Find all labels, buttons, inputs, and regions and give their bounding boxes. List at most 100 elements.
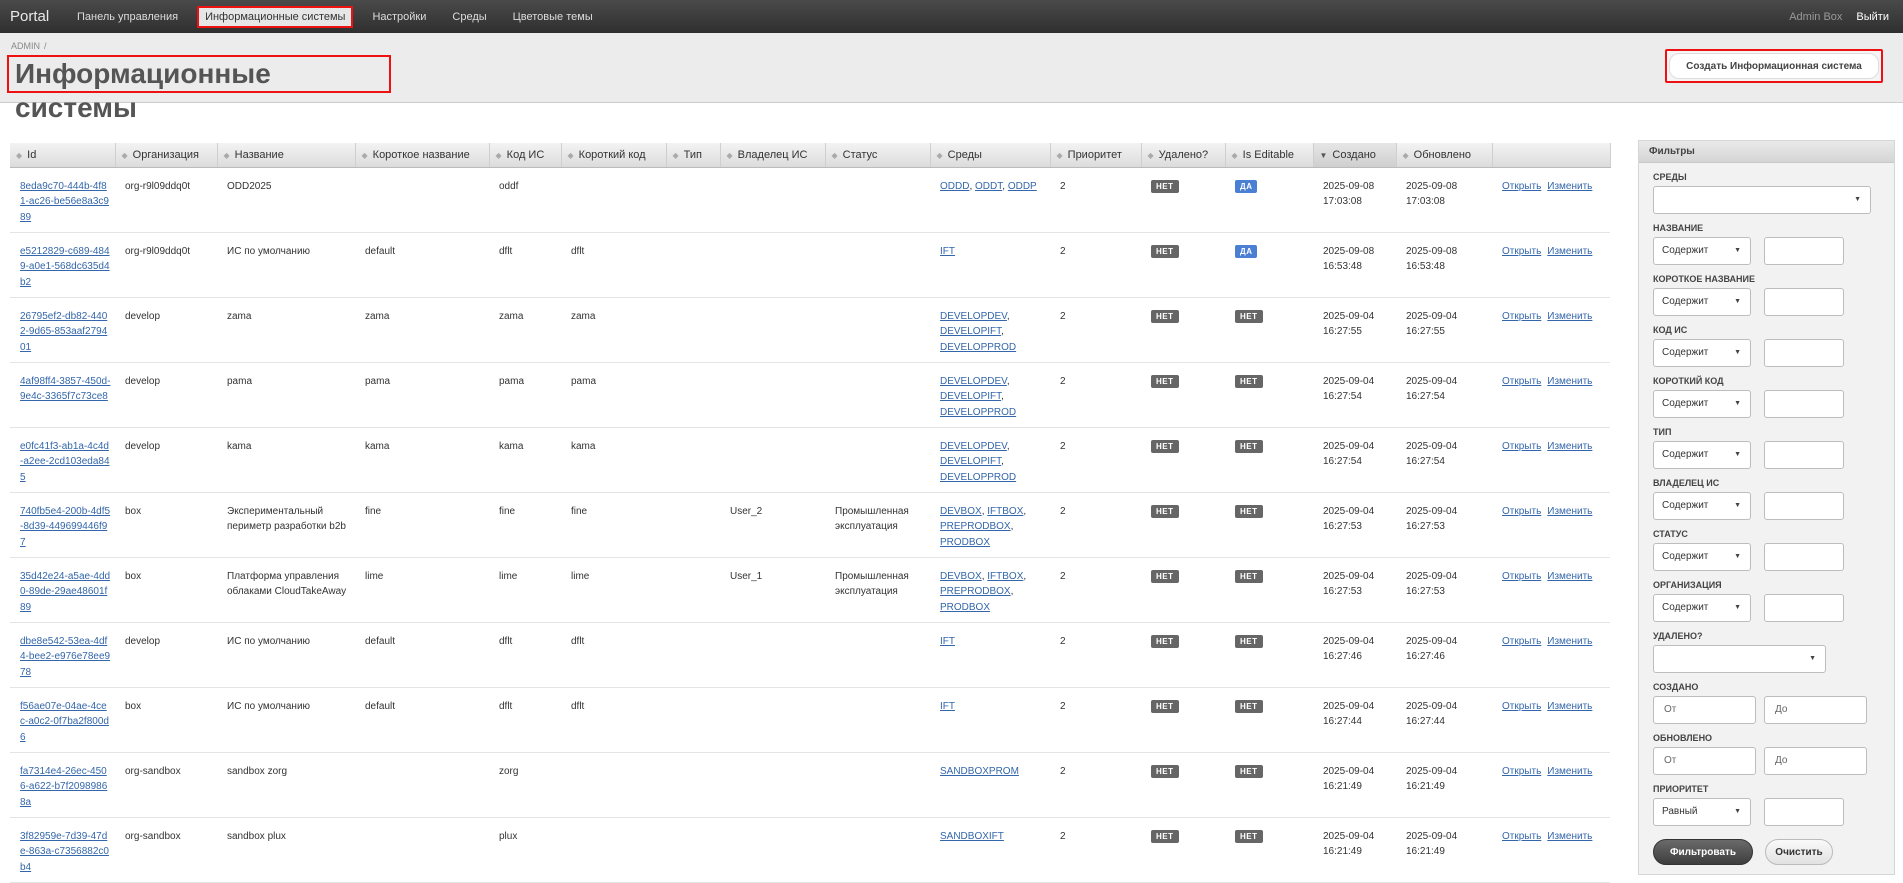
env-link[interactable]: ODDD: [940, 181, 969, 192]
env-link[interactable]: IFTBOX: [987, 506, 1023, 517]
env-link[interactable]: PREPRODBOX: [940, 586, 1011, 597]
env-link[interactable]: DEVELOPDEV: [940, 311, 1007, 322]
code-operator-select[interactable]: Содержит ▼: [1653, 339, 1751, 367]
env-link[interactable]: DEVBOX: [940, 506, 982, 517]
column-header-deleted[interactable]: ◆ Удалено?: [1141, 143, 1226, 168]
name-filter-input[interactable]: [1764, 237, 1844, 265]
priority-operator-select[interactable]: Равный ▼: [1653, 798, 1751, 826]
edit-link[interactable]: Изменить: [1547, 376, 1592, 387]
created-from-input[interactable]: От: [1653, 696, 1756, 724]
env-link[interactable]: DEVBOX: [940, 571, 982, 582]
org-filter-input[interactable]: [1764, 594, 1844, 622]
open-link[interactable]: Открыть: [1502, 831, 1541, 842]
edit-link[interactable]: Изменить: [1547, 181, 1592, 192]
row-id-link[interactable]: dbe8e542-53ea-4df4-bee2-e976e78ee978: [20, 636, 110, 678]
open-link[interactable]: Открыть: [1502, 246, 1541, 257]
short-name-filter-input[interactable]: [1764, 288, 1844, 316]
env-link[interactable]: DEVELOPDEV: [940, 441, 1007, 452]
row-id-link[interactable]: fa7314e4-26ec-4506-a622-b7f20989868a: [20, 766, 107, 808]
logout-link[interactable]: Выйти: [1856, 11, 1889, 23]
short-code-filter-input[interactable]: [1764, 390, 1844, 418]
env-link[interactable]: IFT: [940, 701, 955, 712]
column-header-type[interactable]: ◆ Тип: [666, 143, 721, 168]
edit-link[interactable]: Изменить: [1547, 831, 1592, 842]
nav-information-systems[interactable]: Информационные системы: [197, 5, 354, 28]
env-link[interactable]: DEVELOPIFT: [940, 326, 1001, 337]
row-id-link[interactable]: 3f82959e-7d39-47de-863a-c7356882c0b4: [20, 831, 109, 873]
brand-logo[interactable]: Portal: [0, 8, 70, 25]
env-link[interactable]: DEVELOPPROD: [940, 342, 1016, 353]
column-header-priority[interactable]: ◆ Приоритет: [1050, 143, 1142, 168]
column-header-owner[interactable]: ◆ Владелец ИС: [720, 143, 826, 168]
open-link[interactable]: Открыть: [1502, 311, 1541, 322]
edit-link[interactable]: Изменить: [1547, 701, 1592, 712]
open-link[interactable]: Открыть: [1502, 766, 1541, 777]
edit-link[interactable]: Изменить: [1547, 311, 1592, 322]
env-link[interactable]: DEVELOPPROD: [940, 407, 1016, 418]
priority-filter-input[interactable]: [1764, 798, 1844, 826]
nav-dashboard[interactable]: Панель управления: [70, 7, 185, 27]
name-operator-select[interactable]: Содержит ▼: [1653, 237, 1751, 265]
code-filter-input[interactable]: [1764, 339, 1844, 367]
row-id-link[interactable]: e5212829-c689-4849-a0e1-568dc635d4b2: [20, 246, 110, 288]
column-header-short-name[interactable]: ◆ Короткое название: [355, 143, 490, 168]
open-link[interactable]: Открыть: [1502, 571, 1541, 582]
column-header-code[interactable]: ◆ Код ИС: [489, 143, 562, 168]
row-id-link[interactable]: 35d42e24-a5ae-4dd0-89de-29ae48601f89: [20, 571, 110, 613]
type-filter-input[interactable]: [1764, 441, 1844, 469]
updated-to-input[interactable]: До: [1764, 747, 1867, 775]
edit-link[interactable]: Изменить: [1547, 246, 1592, 257]
create-information-system-button[interactable]: Создать Информационная система: [1665, 49, 1883, 83]
updated-from-input[interactable]: От: [1653, 747, 1756, 775]
edit-link[interactable]: Изменить: [1547, 571, 1592, 582]
env-link[interactable]: SANDBOXIFT: [940, 831, 1004, 842]
column-header-name[interactable]: ◆ Название: [217, 143, 356, 168]
type-operator-select[interactable]: Содержит ▼: [1653, 441, 1751, 469]
clear-button[interactable]: Очистить: [1765, 839, 1833, 865]
short-name-operator-select[interactable]: Содержит ▼: [1653, 288, 1751, 316]
status-filter-input[interactable]: [1764, 543, 1844, 571]
nav-environments[interactable]: Среды: [445, 7, 493, 27]
edit-link[interactable]: Изменить: [1547, 506, 1592, 517]
owner-filter-input[interactable]: [1764, 492, 1844, 520]
created-to-input[interactable]: До: [1764, 696, 1867, 724]
org-operator-select[interactable]: Содержит ▼: [1653, 594, 1751, 622]
column-header-updated[interactable]: ◆ Обновлено: [1396, 143, 1493, 168]
column-header-id[interactable]: ◆ Id: [10, 143, 116, 168]
open-link[interactable]: Открыть: [1502, 441, 1541, 452]
env-link[interactable]: IFT: [940, 246, 955, 257]
env-link[interactable]: PRODBOX: [940, 602, 990, 613]
env-link[interactable]: DEVELOPIFT: [940, 456, 1001, 467]
row-id-link[interactable]: e0fc41f3-ab1a-4c4d-a2ee-2cd103eda845: [20, 441, 110, 483]
column-header-envs[interactable]: ◆ Среды: [930, 143, 1051, 168]
row-id-link[interactable]: 4af98ff4-3857-450d-9e4c-3365f7c73ce8: [20, 376, 110, 403]
open-link[interactable]: Открыть: [1502, 506, 1541, 517]
deleted-select[interactable]: ▼: [1653, 645, 1826, 673]
env-link[interactable]: PRODBOX: [940, 537, 990, 548]
env-link[interactable]: DEVELOPDEV: [940, 376, 1007, 387]
row-id-link[interactable]: 26795ef2-db82-4402-9d65-853aaf279401: [20, 311, 107, 353]
edit-link[interactable]: Изменить: [1547, 636, 1592, 647]
edit-link[interactable]: Изменить: [1547, 441, 1592, 452]
column-header-short-code[interactable]: ◆ Короткий код: [561, 143, 667, 168]
env-link[interactable]: DEVELOPPROD: [940, 472, 1016, 483]
envs-select[interactable]: ▼: [1653, 186, 1871, 214]
row-id-link[interactable]: 8eda9c70-444b-4f81-ac26-be56e8a3c989: [20, 181, 109, 223]
column-header-org[interactable]: ◆ Организация: [115, 143, 218, 168]
env-link[interactable]: ODDT: [975, 181, 1002, 192]
filter-button[interactable]: Фильтровать: [1653, 839, 1753, 865]
open-link[interactable]: Открыть: [1502, 701, 1541, 712]
open-link[interactable]: Открыть: [1502, 181, 1541, 192]
open-link[interactable]: Открыть: [1502, 376, 1541, 387]
column-header-status[interactable]: ◆ Статус: [825, 143, 931, 168]
row-id-link[interactable]: f56ae07e-04ae-4cec-a0c2-0f7ba2f800d6: [20, 701, 109, 743]
current-user[interactable]: Admin Box: [1789, 11, 1842, 23]
edit-link[interactable]: Изменить: [1547, 766, 1592, 777]
env-link[interactable]: PREPRODBOX: [940, 521, 1011, 532]
env-link[interactable]: IFT: [940, 636, 955, 647]
env-link[interactable]: SANDBOXPROM: [940, 766, 1019, 777]
breadcrumb-admin[interactable]: ADMIN: [11, 41, 40, 51]
nav-color-themes[interactable]: Цветовые темы: [506, 7, 600, 27]
env-link[interactable]: IFTBOX: [987, 571, 1023, 582]
env-link[interactable]: DEVELOPIFT: [940, 391, 1001, 402]
